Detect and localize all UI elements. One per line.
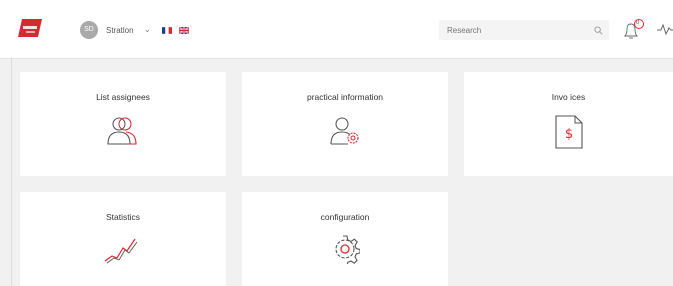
card-title: List assignees bbox=[96, 92, 150, 102]
search-icon[interactable] bbox=[594, 26, 603, 35]
company-logo[interactable] bbox=[18, 19, 42, 37]
user-settings-icon bbox=[330, 117, 359, 145]
assignees-icon bbox=[107, 117, 137, 145]
card-configuration[interactable]: configuration bbox=[242, 192, 448, 286]
card-statistics[interactable]: Statistics bbox=[20, 192, 226, 286]
card-practical-information[interactable]: practical information bbox=[242, 72, 448, 176]
notification-bell-icon[interactable] bbox=[622, 18, 646, 40]
notification-count: 0 bbox=[636, 20, 640, 26]
card-title: Statistics bbox=[105, 212, 140, 222]
gear-icon bbox=[335, 235, 360, 264]
card-list-assignees[interactable]: List assignees bbox=[20, 72, 226, 176]
search-box bbox=[439, 20, 609, 40]
top-bar: SD Stratlon ⌄ 0 bbox=[0, 0, 673, 59]
card-title: configuration bbox=[320, 212, 370, 222]
search-input[interactable] bbox=[447, 20, 587, 40]
sidebar-divider bbox=[11, 58, 12, 286]
activity-icon[interactable] bbox=[657, 22, 673, 36]
user-avatar[interactable]: SD bbox=[80, 21, 98, 39]
french-flag-icon[interactable] bbox=[162, 27, 172, 34]
svg-text:$: $ bbox=[565, 127, 573, 142]
invoice-icon: $ bbox=[555, 115, 583, 149]
uk-flag-icon[interactable] bbox=[179, 27, 189, 34]
chevron-down-icon[interactable]: ⌄ bbox=[144, 25, 151, 34]
card-title: Invo ices bbox=[551, 92, 586, 102]
card-invoices[interactable]: Invo ices $ bbox=[464, 72, 673, 176]
chart-line-icon bbox=[104, 238, 138, 264]
user-name[interactable]: Stratlon bbox=[106, 26, 134, 35]
card-title: practical information bbox=[306, 92, 384, 102]
